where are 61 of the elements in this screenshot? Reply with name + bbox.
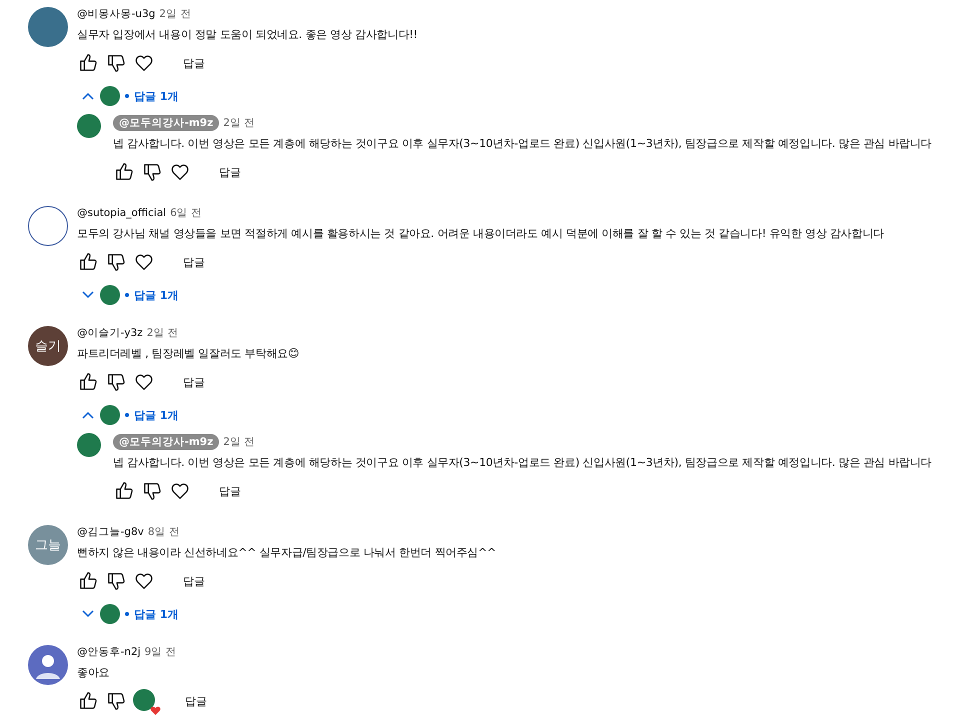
- dislike-icon[interactable]: [105, 371, 127, 393]
- author-name[interactable]: @안동후-n2j: [77, 645, 141, 659]
- avatar-image: [100, 604, 120, 624]
- chevron-up-icon: [81, 410, 95, 420]
- reply-text: 넵 감사합니다. 이번 영상은 모든 계층에 해당하는 것이구요 이후 실무자(3~10년차-업로드 완료) 신입사원(1~3년차), 팀장급으로 제작할 예정입니다. 많은 관심 바랍니다: [113, 455, 932, 471]
- author-name[interactable]: @모두의강사-m9z: [113, 115, 220, 131]
- reply-text: 넵 감사합니다. 이번 영상은 모든 계층에 해당하는 것이구요 이후 실무자(3~10년차-업로드 완료) 신입사원(1~3년차), 팀장급으로 제작할 예정입니다. 많은 관심 바랍니다: [113, 136, 932, 152]
- author-name[interactable]: @sutopia_official: [77, 207, 166, 219]
- replies-toggle[interactable]: 답글 1개: [77, 400, 178, 430]
- comment-text: 실무자 입장에서 내용이 정말 도움이 되었네요. 좋은 영상 감사합니다!!: [77, 27, 418, 43]
- like-icon[interactable]: [77, 570, 99, 592]
- like-icon[interactable]: [113, 480, 135, 502]
- like-icon[interactable]: [77, 52, 99, 74]
- chevron-down-icon: [81, 609, 95, 619]
- comment-time[interactable]: 9일 전: [144, 645, 177, 659]
- avatar-image: [100, 285, 120, 305]
- reply-button[interactable]: 답글: [215, 482, 245, 500]
- replies-toggle[interactable]: 답글 1개: [77, 81, 178, 111]
- comment-time[interactable]: 2일 전: [159, 7, 192, 21]
- author-name[interactable]: @이슬기-y3z: [77, 326, 143, 340]
- replies-toggle[interactable]: 답글 1개: [77, 280, 178, 310]
- reply-button[interactable]: 답글: [179, 372, 209, 392]
- like-icon[interactable]: [77, 251, 99, 273]
- avatar-image: [100, 86, 120, 106]
- dislike-icon[interactable]: [141, 161, 163, 183]
- avatar-image[interactable]: [28, 7, 68, 47]
- reply-button[interactable]: 답글: [215, 162, 245, 182]
- like-icon[interactable]: [113, 161, 135, 183]
- chevron-up-icon: [81, 91, 95, 101]
- comment-text: 좋아요: [77, 665, 110, 681]
- avatar-initials[interactable]: 그늘: [28, 525, 68, 565]
- comment-time[interactable]: 2일 전: [223, 435, 256, 449]
- like-icon[interactable]: [77, 371, 99, 393]
- author-name[interactable]: @모두의강사-m9z: [113, 434, 220, 450]
- dislike-icon[interactable]: [105, 251, 127, 273]
- avatar-logo[interactable]: [28, 206, 68, 246]
- reply-button[interactable]: 답글: [179, 54, 209, 72]
- comment-text: 파트리더레벨 , 팀장레벨 일잘러도 부탁해요😊: [77, 346, 300, 362]
- avatar-image[interactable]: [77, 114, 101, 138]
- avatar-initials[interactable]: 슬기: [28, 326, 68, 366]
- comment-time[interactable]: 2일 전: [223, 116, 256, 130]
- comment-time[interactable]: 2일 전: [146, 326, 179, 340]
- reply-button[interactable]: 답글: [179, 252, 209, 272]
- author-name[interactable]: @김그늘-g8v: [77, 525, 144, 539]
- comment-text: 모두의 강사님 채널 영상들을 보면 적절하게 예시를 활용하시는 것 같아요. 어려운 내용이더라도 예시 덕분에 이해를 잘 할 수 있는 것 같습니다! 유익한 영상 감사합니다: [77, 226, 885, 242]
- avatar-image: [100, 405, 120, 425]
- comment-time[interactable]: 8일 전: [148, 525, 180, 539]
- replies-toggle[interactable]: 답글 1개: [77, 599, 178, 629]
- reply-button[interactable]: 답글: [179, 572, 209, 590]
- dislike-icon[interactable]: [105, 570, 127, 592]
- dislike-icon[interactable]: [105, 690, 127, 712]
- like-icon[interactable]: [77, 690, 99, 712]
- avatar-image[interactable]: [77, 433, 101, 457]
- author-name[interactable]: @비몽사몽-u3g: [77, 7, 156, 21]
- chevron-down-icon: [81, 290, 95, 300]
- reply-button[interactable]: 답글: [181, 692, 211, 710]
- comment-time[interactable]: 6일 전: [170, 206, 202, 220]
- comment-text: 뻔하지 않은 내용이라 신선하네요^^ 실무자급/팀장급으로 나눠서 한번더 찍어주심^^: [77, 545, 498, 561]
- dislike-icon[interactable]: [105, 52, 127, 74]
- dislike-icon[interactable]: [141, 480, 163, 502]
- avatar-person-icon[interactable]: [28, 645, 68, 685]
